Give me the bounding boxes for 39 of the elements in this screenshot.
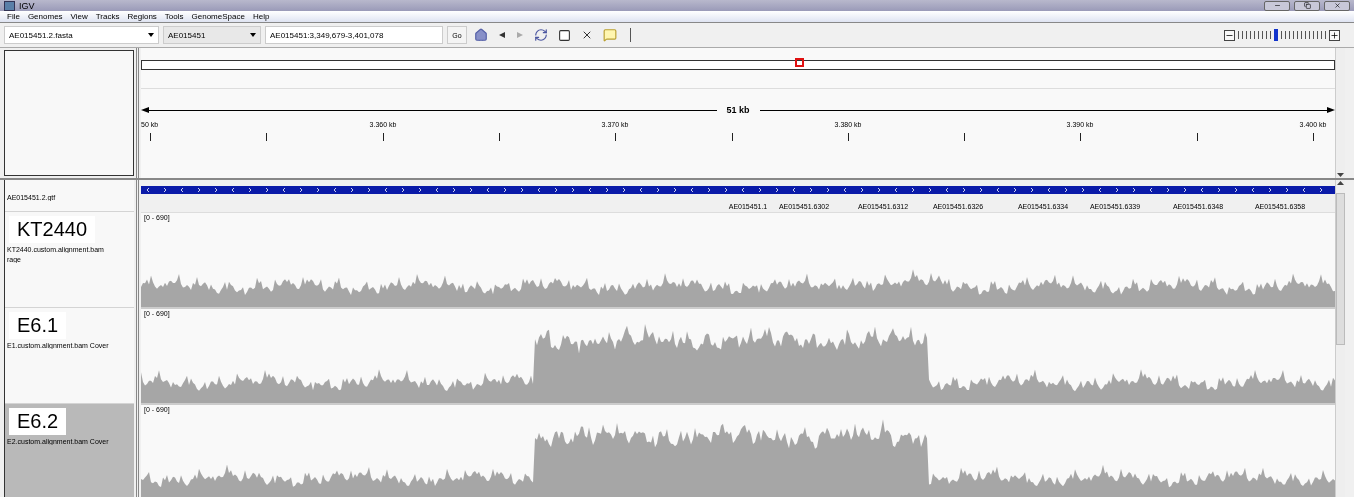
zoom-in-button[interactable] — [1329, 29, 1340, 41]
home-icon — [474, 28, 488, 42]
square-icon — [558, 28, 571, 42]
speech-bubble-icon — [603, 28, 617, 42]
zoom-slider[interactable] — [1238, 29, 1326, 41]
menu-item[interactable]: Tracks — [91, 12, 124, 21]
current-region-marker — [795, 58, 805, 67]
minimize-icon — [1273, 2, 1281, 9]
plus-icon — [1330, 30, 1339, 40]
minimize-button[interactable] — [1264, 0, 1290, 11]
app-icon — [4, 0, 15, 11]
forward-icon — [516, 31, 524, 39]
cross-icon — [581, 29, 593, 41]
menu-item[interactable]: Help — [248, 12, 274, 21]
locus-field[interactable]: AE015451:3,349,679-3,401,078 — [265, 26, 443, 44]
menu-item[interactable]: Regions — [123, 12, 161, 21]
menu-item[interactable]: Tools — [160, 12, 188, 21]
chromosome-dropdown[interactable]: AE015451 — [163, 26, 261, 44]
refresh-icon — [534, 28, 548, 42]
sample-label: E6.2 — [9, 408, 67, 435]
close-icon — [1333, 2, 1341, 9]
span-label: 51 kb — [725, 105, 751, 115]
close-button[interactable] — [1324, 0, 1350, 11]
menu-item[interactable]: GenomeSpace — [187, 12, 249, 21]
window-title: IGV — [19, 0, 35, 11]
menu-item[interactable]: File — [3, 12, 24, 21]
scrollbar-thumb[interactable] — [1336, 193, 1345, 345]
sample-label: KT2440 — [9, 216, 96, 243]
scroll-down-icon[interactable] — [1337, 173, 1344, 178]
zoom-thumb[interactable] — [1274, 29, 1278, 41]
genome-dropdown[interactable]: AE015451.2.fasta — [4, 26, 159, 44]
scroll-up-icon[interactable] — [1337, 180, 1344, 185]
menu-item[interactable]: View — [66, 12, 92, 21]
back-icon — [498, 31, 506, 39]
menu-item[interactable]: Genomes — [23, 12, 67, 21]
zoom-out-button[interactable] — [1224, 29, 1235, 41]
sample-label: E6.1 — [9, 312, 67, 339]
maximize-button[interactable] — [1294, 0, 1320, 11]
restore-icon — [1303, 2, 1311, 9]
